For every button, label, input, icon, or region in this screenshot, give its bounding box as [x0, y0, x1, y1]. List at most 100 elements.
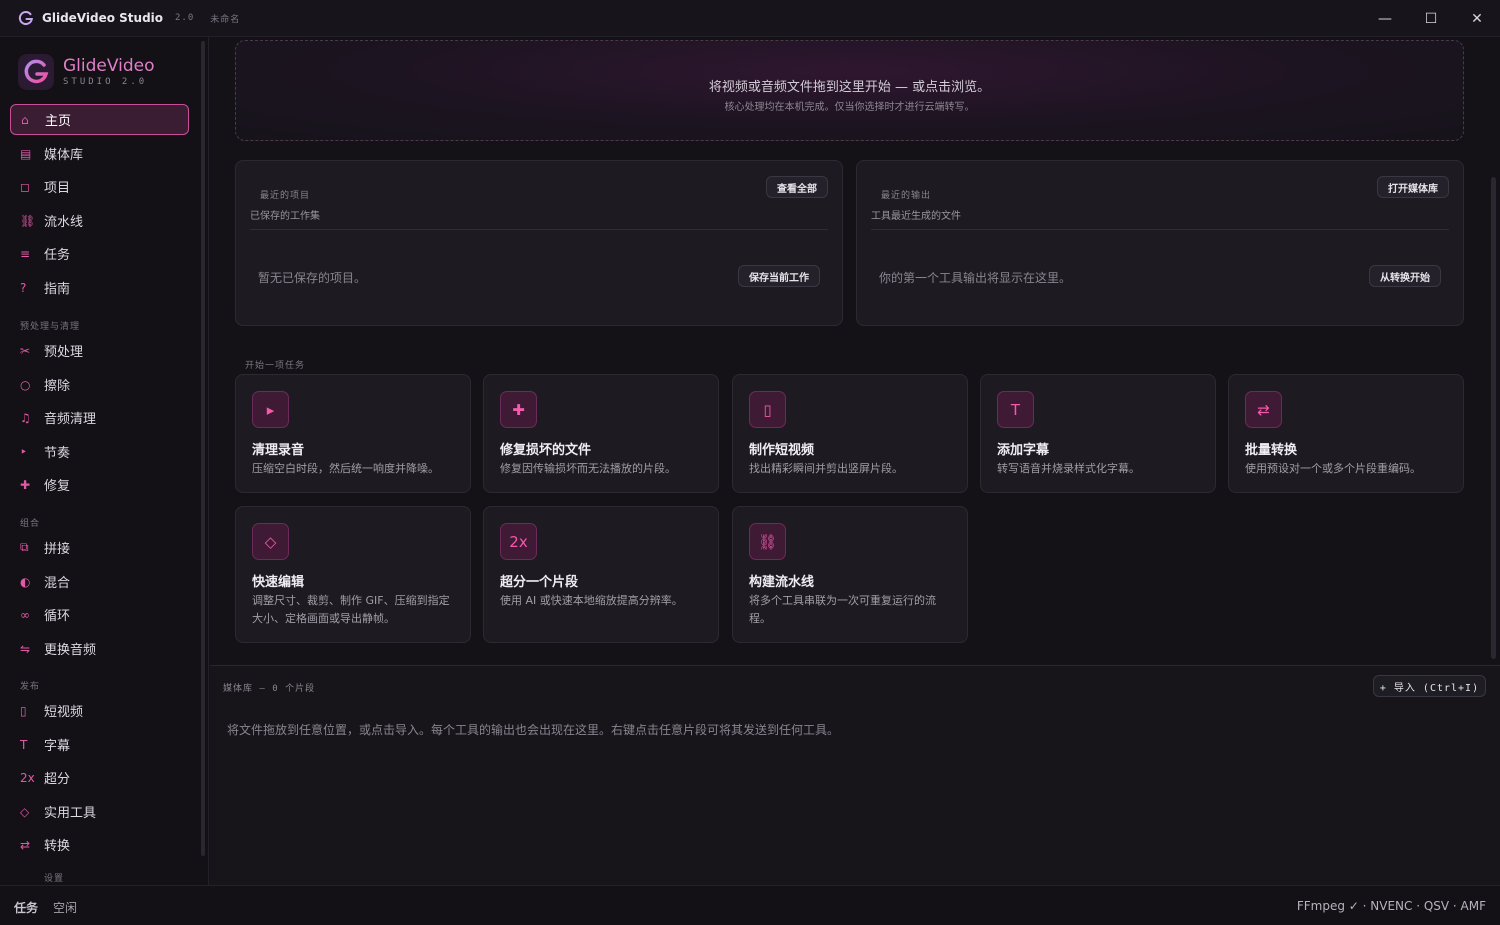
task-card-build-pipeline[interactable]: ⛓ 构建流水线 将多个工具串联为一次可重复运行的流程。 [732, 506, 968, 643]
divider [871, 229, 1449, 230]
start-with-convert-button[interactable]: 从转换开始 [1369, 265, 1441, 287]
task-card-clean-recording[interactable]: ▸ 清理录音 压缩空白时段，然后统一响度并降噪。 [235, 374, 471, 493]
nav-media-library[interactable]: ▤ 媒体库 [10, 138, 189, 169]
task-card-make-short[interactable]: ▯ 制作短视频 找出精彩瞬间并剪出竖屏片段。 [732, 374, 968, 493]
drop-zone[interactable]: 将视频或音频文件拖到这里开始 — 或点击浏览。 核心处理均在本机完成。仅当你选择… [235, 40, 1464, 141]
sidebar: GlideVideo STUDIO 2.0 ⌂ 主页 ▤ 媒体库 ◻ 项目 ⛓ … [0, 37, 209, 885]
save-current-work-button[interactable]: 保存当前工作 [738, 265, 820, 287]
upscale-icon: 2x [500, 523, 537, 560]
media-library-panel[interactable]: 媒体库 — 0 个片段 + 导入 (Ctrl+I) 将文件拖放到任意位置，或点击… [210, 665, 1500, 885]
pipeline-icon: ⛓ [20, 213, 36, 228]
media-library-hint: 将文件拖放到任意位置，或点击导入。每个工具的输出也会出现在这里。右键点击任意片段… [227, 723, 840, 737]
nav-label: 拼接 [44, 542, 71, 557]
nav-label: 字幕 [44, 739, 71, 754]
nav-subtitles[interactable]: T 字幕 [10, 729, 189, 760]
nav-tasks[interactable]: ≡ 任务 [10, 238, 189, 269]
minimize-icon: — [1378, 10, 1392, 27]
nav-rhythm[interactable]: ‣ 节奏 [10, 436, 189, 467]
nav-guide[interactable]: ? 指南 [10, 272, 189, 303]
minimize-button[interactable]: — [1362, 0, 1408, 37]
nav-utilities[interactable]: ◇ 实用工具 [10, 796, 189, 827]
diamond-icon: ◇ [252, 523, 289, 560]
card-description: 使用预设对一个或多个片段重编码。 [1245, 462, 1421, 475]
maximize-icon: ☐ [1424, 10, 1438, 27]
nav-label: 超分 [44, 772, 71, 787]
plus-icon: ✚ [500, 391, 537, 428]
panel-subtitle: 工具最近生成的文件 [871, 211, 961, 222]
maximize-button[interactable]: ☐ [1408, 0, 1454, 37]
media-library-label: 媒体库 — 0 个片段 [223, 684, 316, 694]
task-card-batch-convert[interactable]: ⇄ 批量转换 使用预设对一个或多个片段重编码。 [1228, 374, 1464, 493]
project-icon: ◻ [20, 179, 30, 194]
text-icon: T [997, 391, 1034, 428]
card-description: 找出精彩瞬间并剪出竖屏片段。 [749, 462, 903, 475]
nav-erase[interactable]: ○ 擦除 [10, 369, 189, 400]
card-title: 清理录音 [252, 443, 305, 458]
panel-kicker: 最近的输出 [881, 191, 932, 201]
loop-icon: ∞ [20, 607, 30, 622]
scissors-icon: ✂ [20, 343, 31, 358]
nav-mix[interactable]: ◐ 混合 [10, 566, 189, 597]
brand-subtitle: STUDIO 2.0 [63, 77, 148, 87]
card-title: 制作短视频 [749, 443, 815, 458]
card-description: 使用 AI 或快速本地缩放提高分辨率。 [500, 594, 683, 607]
close-button[interactable]: ✕ [1454, 0, 1500, 37]
drop-zone-title: 将视频或音频文件拖到这里开始 — 或点击浏览。 [708, 80, 991, 95]
nav-group-combine: 组合 [20, 519, 41, 529]
open-library-button[interactable]: 打开媒体库 [1377, 176, 1449, 198]
nav-label: 流水线 [44, 215, 84, 230]
nav-upscale[interactable]: 2x 超分 [10, 762, 189, 793]
nav-convert[interactable]: ⇄ 转换 [10, 829, 189, 860]
concat-icon: ⧉ [20, 540, 29, 554]
nav-repair[interactable]: ✚ 修复 [10, 469, 189, 500]
play-icon: ▸ [252, 391, 289, 428]
task-card-repair-file[interactable]: ✚ 修复损坏的文件 修复因传输损坏而无法播放的片段。 [483, 374, 719, 493]
nav-preprocess[interactable]: ✂ 预处理 [10, 335, 189, 366]
music-note-icon: ♫ [20, 410, 31, 425]
nav-group-publish: 发布 [20, 682, 41, 692]
empty-state-text: 暂无已保存的项目。 [258, 271, 367, 285]
guide-icon: ? [20, 280, 27, 295]
nav-pipeline[interactable]: ⛓ 流水线 [10, 205, 189, 236]
task-card-add-subtitles[interactable]: T 添加字幕 转写语音并烧录样式化字幕。 [980, 374, 1216, 493]
status-value: 空闲 [53, 901, 78, 915]
title-bar: GlideVideo Studio 2.0 未命名 — ☐ ✕ [0, 0, 1500, 37]
sidebar-scrollbar[interactable] [201, 41, 205, 856]
card-description: 转写语音并烧录样式化字幕。 [997, 462, 1140, 475]
nav-audio-clean[interactable]: ♫ 音频清理 [10, 402, 189, 433]
repair-icon: ✚ [20, 477, 31, 492]
card-description: 压缩空白时段，然后统一响度并降噪。 [252, 462, 439, 475]
view-all-button[interactable]: 查看全部 [766, 176, 828, 198]
rhythm-icon: ‣ [20, 444, 28, 459]
recent-outputs-panel: 最近的输出 工具最近生成的文件 打开媒体库 你的第一个工具输出将显示在这里。 从… [856, 160, 1464, 326]
panel-kicker: 最近的项目 [260, 191, 311, 201]
card-title: 快速编辑 [252, 575, 305, 590]
nav-swap-audio[interactable]: ⇋ 更换音频 [10, 633, 189, 664]
nav-home[interactable]: ⌂ 主页 [10, 104, 189, 135]
recent-projects-panel: 最近的项目 已保存的工作集 查看全部 暂无已保存的项目。 保存当前工作 [235, 160, 843, 326]
task-card-quick-edit[interactable]: ◇ 快速编辑 调整尺寸、裁剪、制作 GIF、压缩到指定大小、定格画面或导出静帧。 [235, 506, 471, 643]
nav-loop[interactable]: ∞ 循环 [10, 599, 189, 630]
panel-subtitle: 已保存的工作集 [250, 211, 320, 222]
nav-shorts[interactable]: ▯ 短视频 [10, 695, 189, 726]
nav-label: 擦除 [44, 379, 71, 394]
app-title: GlideVideo Studio [42, 11, 164, 25]
nav-label: 混合 [44, 576, 71, 591]
main-scrollbar[interactable] [1491, 177, 1496, 659]
nav-label: 修复 [44, 479, 71, 494]
upscale-icon: 2x [20, 770, 35, 785]
task-card-upscale-clip[interactable]: 2x 超分一个片段 使用 AI 或快速本地缩放提高分辨率。 [483, 506, 719, 643]
nav-concat[interactable]: ⧉ 拼接 [10, 532, 189, 563]
divider [250, 229, 828, 230]
card-description: 调整尺寸、裁剪、制作 GIF、压缩到指定大小、定格画面或导出静帧。 [252, 594, 450, 625]
import-button[interactable]: + 导入 (Ctrl+I) [1373, 675, 1486, 697]
nav-label: 任务 [44, 248, 71, 263]
brand: GlideVideo STUDIO 2.0 [18, 54, 155, 90]
pipeline-icon: ⛓ [749, 523, 786, 560]
phone-icon: ▯ [749, 391, 786, 428]
tasks-icon: ≡ [20, 246, 31, 261]
nav-projects[interactable]: ◻ 项目 [10, 171, 189, 202]
home-icon: ⌂ [21, 112, 29, 127]
card-title: 添加字幕 [997, 443, 1050, 458]
erase-icon: ○ [20, 377, 31, 392]
